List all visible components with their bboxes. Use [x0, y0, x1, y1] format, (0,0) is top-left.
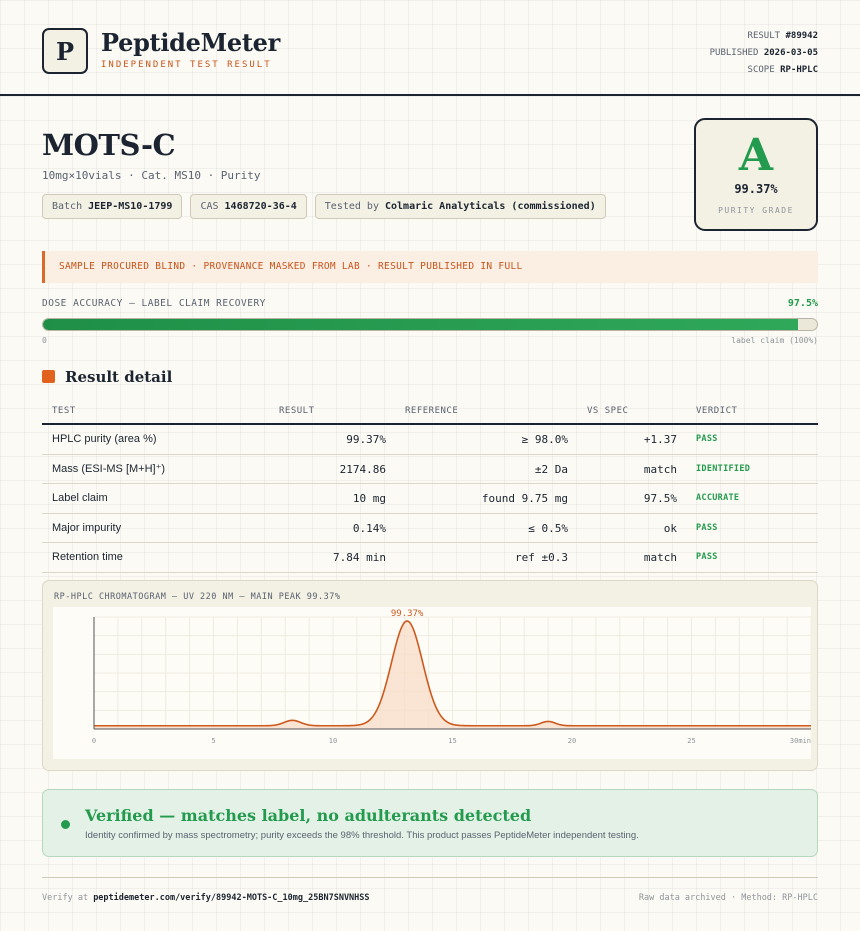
- grade-value: 99.37%: [734, 182, 778, 196]
- header-vs-spec: VS SPEC: [587, 406, 629, 416]
- section-title: Result detail: [65, 368, 173, 386]
- brand-name: PeptideMeter: [101, 28, 280, 57]
- table-row: Mass (ESI-MS [M+H]⁺) 2174.86 ±2 Da match…: [42, 455, 818, 484]
- cell-vs-spec: 97.5%: [643, 492, 677, 505]
- x-tick-label: 25: [687, 737, 695, 745]
- cell-result: 99.37%: [346, 433, 386, 446]
- dose-min-label: 0: [42, 336, 47, 345]
- grade-letter: A: [738, 130, 774, 181]
- table-header: TEST RESULT REFERENCE VS SPEC VERDICT: [42, 398, 818, 425]
- dose-progress-fill: [43, 319, 798, 330]
- tested-by-chip: Tested by Colmaric Analyticals (commissi…: [314, 194, 606, 219]
- brand-logo: P: [42, 28, 88, 74]
- cas-chip: CAS 1468720-36-4: [190, 194, 307, 219]
- chart-plot-background: [53, 607, 811, 759]
- section-marker: [42, 370, 55, 383]
- dose-accuracy-label: DOSE ACCURACY — LABEL CLAIM RECOVERY: [42, 298, 266, 309]
- product-subtitle: 10mg×10vials · Cat. MS10 · Purity: [42, 169, 261, 182]
- cell-reference: ±2 Da: [534, 462, 568, 476]
- x-tick-label: 30min: [790, 737, 811, 745]
- header-test: TEST: [52, 406, 76, 416]
- cell-verdict: ACCURATE: [696, 493, 740, 503]
- cell-test: Label claim: [52, 492, 108, 504]
- table-row: Major impurity 0.14% ≤ 0.5% ok PASS: [42, 514, 818, 543]
- cell-reference: found 9.75 mg: [481, 492, 568, 505]
- header-verdict: VERDICT: [696, 406, 738, 416]
- report-meta: RESULT #89942 PUBLISHED 2026-03-05 SCOPE…: [710, 28, 818, 79]
- x-tick-label: 20: [568, 737, 576, 745]
- cell-test: Mass (ESI-MS [M+H]⁺): [52, 462, 166, 475]
- cell-reference: ≤ 0.5%: [528, 521, 568, 535]
- cell-result: 7.84 min: [333, 551, 386, 564]
- verified-title: Verified — matches label, no adulterants…: [85, 806, 532, 825]
- dose-max-label: label claim (100%): [731, 336, 818, 345]
- report-header: P PeptideMeter INDEPENDENT TEST RESULT R…: [0, 0, 860, 96]
- cell-verdict: PASS: [696, 522, 718, 533]
- x-tick-label: 5: [211, 737, 215, 745]
- grade-label: PURITY GRADE: [718, 206, 794, 215]
- table-row: Label claim 10 mg found 9.75 mg 97.5% AC…: [42, 484, 818, 514]
- cell-result: 2174.86: [339, 462, 386, 476]
- chromatogram-title: RP-HPLC CHROMATOGRAM — UV 220 NM — MAIN …: [54, 592, 341, 602]
- x-tick-label: 10: [329, 737, 337, 745]
- product-title: MOTS-C: [42, 128, 176, 162]
- cell-vs-spec: +1.37: [643, 433, 677, 446]
- cell-result: 10 mg: [352, 492, 386, 505]
- x-tick-label: 0: [92, 737, 96, 745]
- footer-verify: Verify at peptidemeter.com/verify/89942-…: [42, 893, 370, 903]
- footer-divider: [42, 877, 818, 878]
- meta-scope: SCOPE RP-HPLC: [747, 65, 818, 75]
- header-reference: REFERENCE: [405, 406, 459, 416]
- header-result: RESULT: [279, 406, 315, 416]
- result-table: TEST RESULT REFERENCE VS SPEC VERDICT HP…: [42, 398, 818, 573]
- product-chips: Batch JEEP-MS10-1799 CAS 1468720-36-4 Te…: [42, 194, 606, 219]
- cell-test: Retention time: [52, 551, 123, 563]
- verify-link[interactable]: peptidemeter.com/verify/89942-MOTS-C_10m…: [93, 893, 369, 903]
- cell-vs-spec: ok: [663, 521, 677, 535]
- cell-verdict: PASS: [696, 434, 718, 444]
- table-row: Retention time 7.84 min ref ±0.3 match P…: [42, 543, 818, 573]
- cell-verdict: IDENTIFIED: [696, 463, 751, 474]
- chromatogram-panel: RP-HPLC CHROMATOGRAM — UV 220 NM — MAIN …: [42, 580, 818, 771]
- purity-grade-card: A 99.37% PURITY GRADE: [694, 118, 818, 231]
- peak-label: 99.37%: [391, 609, 424, 619]
- cell-test: HPLC purity (area %): [52, 433, 157, 445]
- cell-test: Major impurity: [52, 521, 122, 534]
- cell-vs-spec: match: [643, 551, 677, 564]
- cell-reference: ≥ 98.0%: [521, 433, 568, 446]
- table-row: HPLC purity (area %) 99.37% ≥ 98.0% +1.3…: [42, 425, 818, 455]
- verified-banner: Verified — matches label, no adulterants…: [42, 789, 818, 857]
- dose-accuracy-value: 97.5%: [787, 298, 818, 309]
- x-tick-label: 15: [448, 737, 456, 745]
- batch-chip: Batch JEEP-MS10-1799: [42, 194, 183, 219]
- meta-published: PUBLISHED 2026-03-05: [709, 48, 818, 58]
- brand-subtitle: INDEPENDENT TEST RESULT: [101, 60, 272, 70]
- verified-dot-icon: [61, 820, 70, 829]
- footer-method: Raw data archived · Method: RP-HPLC: [638, 893, 818, 903]
- chromatogram-chart: 99.37% 0 5 10 15 20 25 30min: [53, 607, 811, 759]
- cell-result: 0.14%: [352, 521, 386, 535]
- verified-text: Identity confirmed by mass spectrometry;…: [85, 830, 639, 841]
- meta-result: RESULT #89942: [747, 31, 818, 41]
- blind-sample-notice: SAMPLE PROCURED BLIND · PROVENANCE MASKE…: [42, 251, 818, 283]
- cell-reference: ref ±0.3: [515, 551, 568, 564]
- cell-verdict: PASS: [696, 552, 718, 562]
- cell-vs-spec: match: [643, 462, 677, 476]
- dose-progress-track: [42, 318, 818, 331]
